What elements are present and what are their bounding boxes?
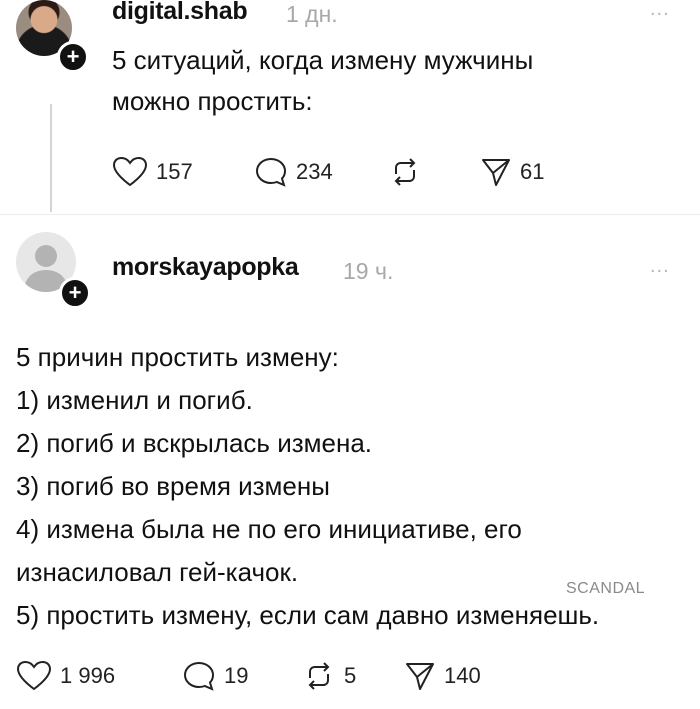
follow-plus-icon[interactable]: + <box>59 277 91 309</box>
reply-line: 5) простить измену, если сам давно измен… <box>16 600 600 630</box>
share-count: 140 <box>444 663 481 688</box>
share-button[interactable]: 61 <box>480 156 544 188</box>
post-text: 5 ситуаций, когда измену мужчины можно п… <box>112 40 533 122</box>
post-text-line: 5 ситуаций, когда измену мужчины <box>112 45 534 75</box>
username[interactable]: digital.shab <box>112 0 248 26</box>
share-button[interactable]: 140 <box>404 660 481 692</box>
post-text-line: можно простить: <box>112 86 313 116</box>
repost-button[interactable] <box>388 156 422 188</box>
post-time: 19 ч. <box>343 258 394 284</box>
repost-arrows-icon <box>302 660 336 692</box>
heart-icon <box>112 156 148 188</box>
divider <box>0 214 700 215</box>
repost-button[interactable]: 5 <box>302 660 356 692</box>
comment-count: 19 <box>224 663 249 688</box>
watermark: SCANDAL <box>566 580 646 597</box>
reply-text: 5 причин простить измену: 1) изменил и п… <box>16 336 599 637</box>
repost-arrows-icon <box>388 156 422 188</box>
follow-plus-icon[interactable]: + <box>57 41 89 73</box>
more-options-icon[interactable]: ... <box>650 255 670 278</box>
paper-plane-icon <box>480 156 512 188</box>
thread-line <box>50 104 52 212</box>
more-options-icon[interactable]: ... <box>650 0 670 21</box>
repost-count: 5 <box>344 663 357 688</box>
reply-line: 2) погиб и вскрылась измена. <box>16 428 373 458</box>
post-time: 1 дн. <box>286 1 338 27</box>
reply-line: 1) изменил и погиб. <box>16 385 253 415</box>
reply-line: изнасиловал гей-качок. <box>16 557 299 587</box>
like-count: 157 <box>156 159 193 184</box>
reply-line: 5 причин простить измену: <box>16 342 339 372</box>
comment-button[interactable]: 19 <box>182 660 248 692</box>
speech-bubble-icon <box>182 660 216 692</box>
reply-line: 3) погиб во время измены <box>16 471 330 501</box>
like-count: 1 996 <box>60 663 116 688</box>
comment-count: 234 <box>296 159 333 184</box>
paper-plane-icon <box>404 660 436 692</box>
like-button[interactable]: 157 <box>112 156 193 188</box>
speech-bubble-icon <box>254 156 288 188</box>
reply-line: 4) измена была не по его инициативе, его <box>16 514 522 544</box>
like-button[interactable]: 1 996 <box>16 660 115 692</box>
share-count: 61 <box>520 159 545 184</box>
heart-icon <box>16 660 52 692</box>
comment-button[interactable]: 234 <box>254 156 333 188</box>
username[interactable]: morskayapopka <box>112 253 299 282</box>
